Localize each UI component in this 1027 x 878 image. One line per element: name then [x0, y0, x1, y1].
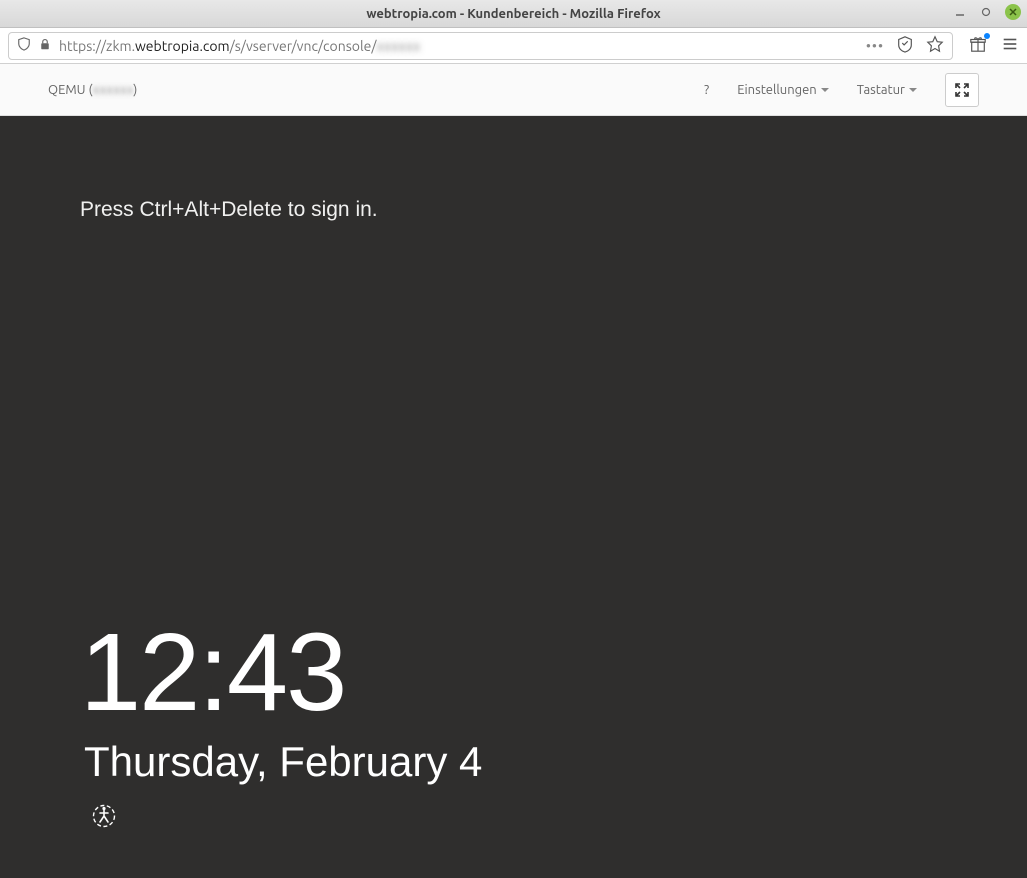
bookmark-star-icon[interactable]	[926, 35, 944, 57]
page-actions-icon[interactable]: •••	[866, 38, 884, 54]
close-button[interactable]	[1005, 4, 1021, 20]
notification-dot-icon	[984, 33, 990, 39]
window-titlebar: webtropia.com - Kundenbereich - Mozilla …	[0, 0, 1027, 28]
window-controls	[953, 4, 1021, 20]
browser-action-icons	[969, 35, 1019, 57]
settings-dropdown[interactable]: Einstellungen	[737, 83, 829, 97]
browser-toolbar: https://zkm.webtropia.com/s/vserver/vnc/…	[0, 28, 1027, 64]
maximize-button[interactable]	[979, 5, 993, 19]
vnc-remote-screen[interactable]: Press Ctrl+Alt+Delete to sign in. 12:43 …	[0, 116, 1027, 878]
novnc-session-title: QEMU (xxxxxx)	[48, 83, 137, 97]
minimize-button[interactable]	[953, 5, 967, 19]
novnc-toolbar: QEMU (xxxxxx) ? Einstellungen Tastatur	[0, 64, 1027, 116]
url-text: https://zkm.webtropia.com/s/vserver/vnc/…	[59, 38, 420, 54]
lockscreen-date: Thursday, February 4	[84, 738, 482, 786]
hamburger-menu-icon[interactable]	[1001, 35, 1019, 57]
keyboard-dropdown[interactable]: Tastatur	[857, 83, 917, 97]
url-bar[interactable]: https://zkm.webtropia.com/s/vserver/vnc/…	[8, 32, 953, 60]
ease-of-access-icon[interactable]	[92, 804, 116, 828]
help-link[interactable]: ?	[704, 83, 709, 97]
whatsnew-icon[interactable]	[969, 35, 987, 57]
window-title: webtropia.com - Kundenbereich - Mozilla …	[366, 7, 660, 21]
chevron-down-icon	[909, 88, 917, 92]
lock-icon[interactable]	[39, 38, 51, 53]
signin-hint: Press Ctrl+Alt+Delete to sign in.	[80, 198, 378, 222]
lockscreen-time: 12:43	[80, 618, 345, 728]
reader-mode-icon[interactable]	[896, 35, 914, 57]
chevron-down-icon	[821, 88, 829, 92]
fullscreen-button[interactable]	[945, 73, 979, 107]
tracking-shield-icon[interactable]	[17, 37, 31, 54]
urlbar-actions: •••	[866, 35, 944, 57]
